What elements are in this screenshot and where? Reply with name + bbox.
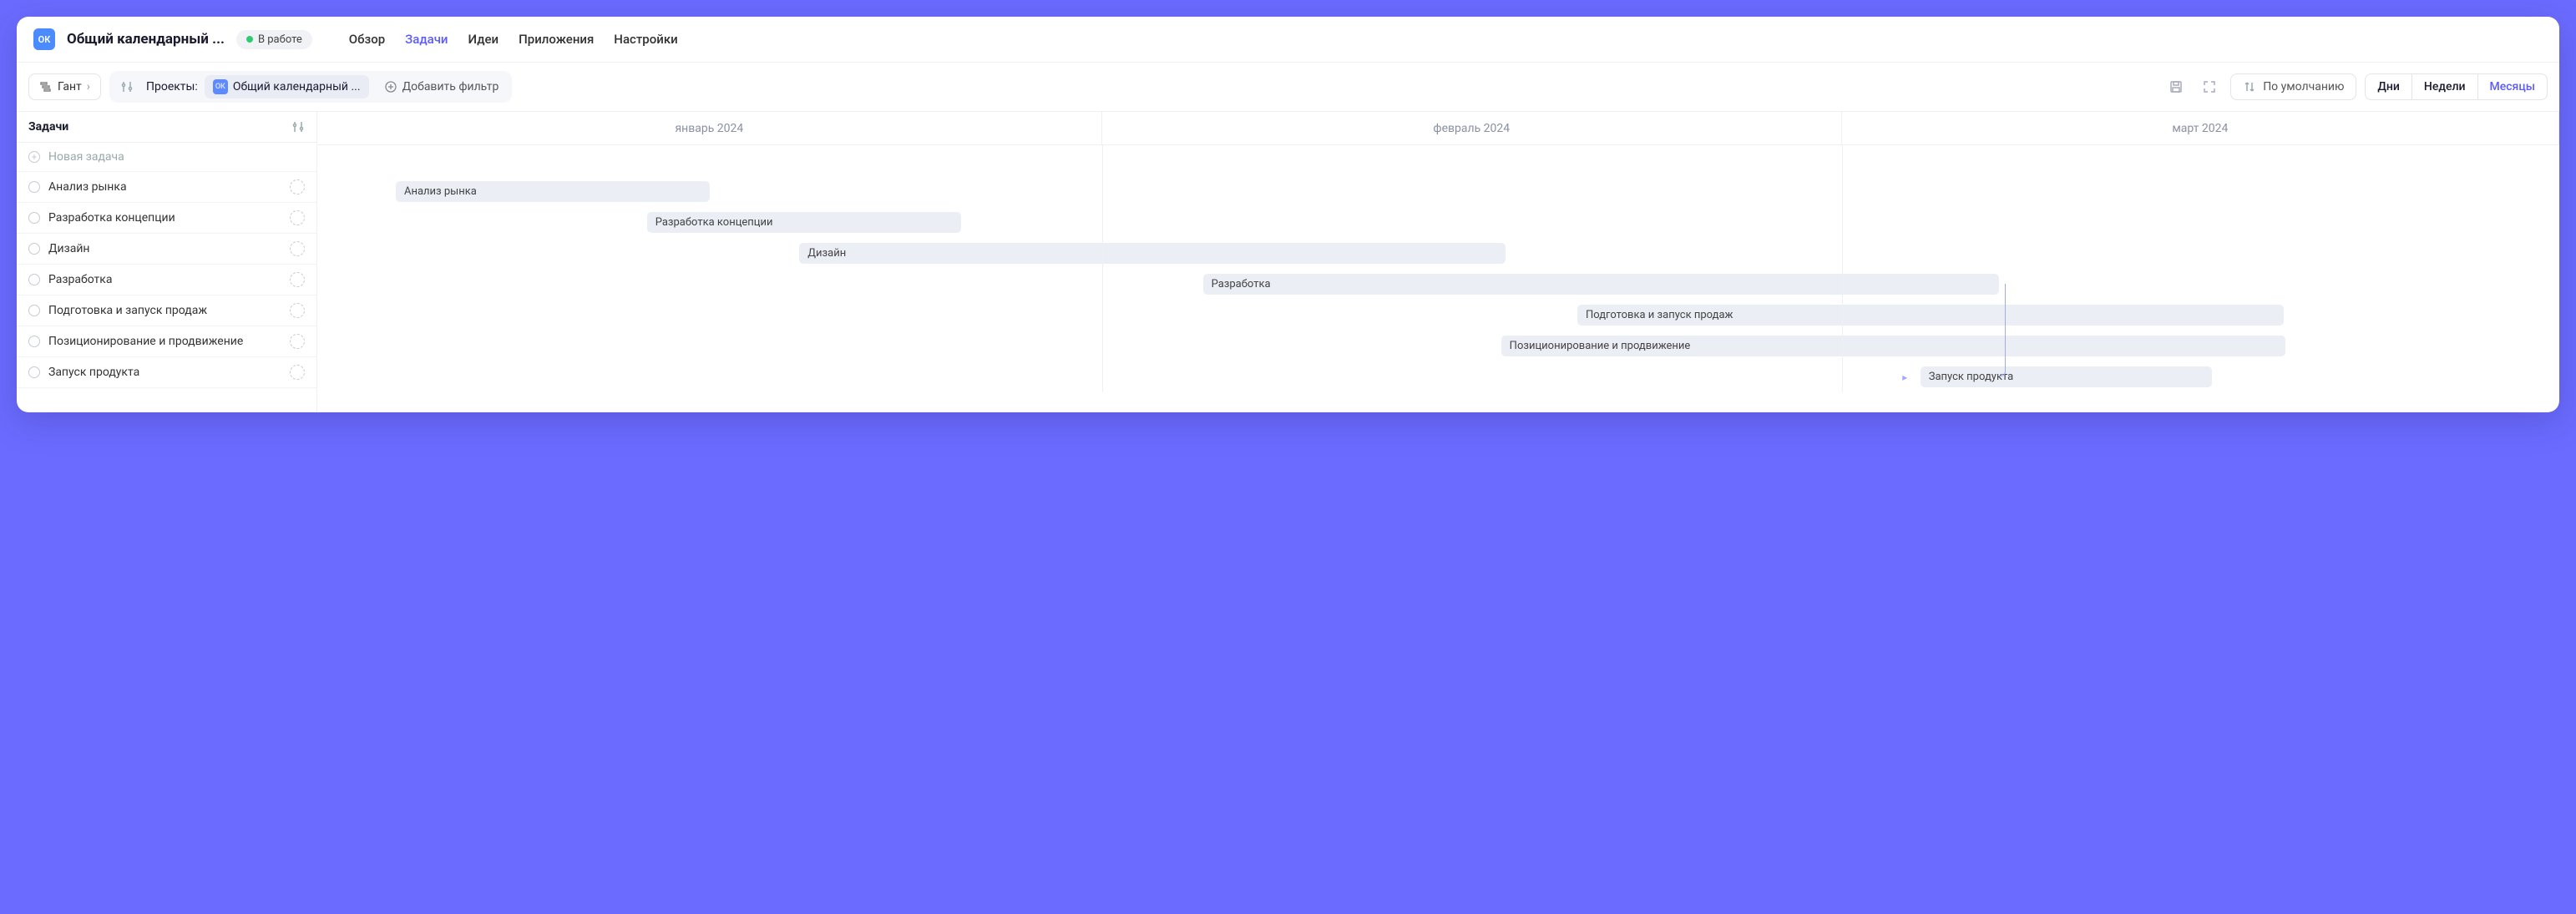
assignee-placeholder-icon[interactable] bbox=[290, 303, 305, 318]
new-task-label: Новая задача bbox=[48, 150, 305, 164]
chip-badge-icon: ОК bbox=[213, 79, 228, 94]
tab-tasks[interactable]: Задачи bbox=[405, 32, 448, 47]
gantt-bar[interactable]: Разработка bbox=[1203, 274, 1999, 295]
task-name: Разработка концепции bbox=[48, 211, 281, 225]
assignee-placeholder-icon[interactable] bbox=[290, 241, 305, 256]
status-circle-icon[interactable] bbox=[28, 274, 40, 285]
zoom-days[interactable]: Дни bbox=[2366, 74, 2412, 99]
sidebar-sliders-icon[interactable] bbox=[291, 120, 305, 134]
tab-apps[interactable]: Приложения bbox=[519, 32, 594, 47]
content-area: Задачи + Новая задача Анализ рынка Разра… bbox=[17, 112, 2559, 412]
gantt-row: Разработка bbox=[317, 269, 2559, 300]
assignee-placeholder-icon[interactable] bbox=[290, 365, 305, 380]
task-name: Анализ рынка bbox=[48, 180, 281, 194]
project-title: Общий календарный ... bbox=[67, 31, 225, 48]
toolbar: Гант › Проекты: ОК Общий календарный ...… bbox=[17, 63, 2559, 112]
filter-project-chip[interactable]: ОК Общий календарный ... bbox=[205, 75, 369, 98]
chevron-right-icon: › bbox=[87, 80, 90, 93]
task-name: Разработка bbox=[48, 273, 281, 286]
assignee-placeholder-icon[interactable] bbox=[290, 334, 305, 349]
plus-icon: + bbox=[28, 151, 40, 163]
status-circle-icon[interactable] bbox=[28, 212, 40, 224]
gantt-bar[interactable]: Дизайн bbox=[799, 243, 1506, 264]
save-icon[interactable] bbox=[2164, 74, 2189, 99]
task-name: Запуск продукта bbox=[48, 366, 281, 379]
task-row[interactable]: Разработка bbox=[17, 265, 316, 295]
month-column: февраль 2024 bbox=[1102, 112, 1842, 144]
gantt-row: Анализ рынка bbox=[317, 176, 2559, 207]
dependency-line bbox=[1999, 284, 2006, 376]
gantt-bar[interactable]: Разработка концепции bbox=[647, 212, 961, 233]
zoom-months[interactable]: Месяцы bbox=[2478, 74, 2548, 99]
project-badge: ОК bbox=[33, 28, 55, 50]
month-column: март 2024 bbox=[1842, 112, 2559, 144]
zoom-switcher: Дни Недели Месяцы bbox=[2365, 73, 2548, 100]
titlebar: ОК Общий календарный ... В работе Обзор … bbox=[17, 17, 2559, 63]
tab-overview[interactable]: Обзор bbox=[349, 32, 385, 47]
gantt-icon bbox=[39, 80, 53, 93]
status-circle-icon[interactable] bbox=[28, 366, 40, 378]
task-name: Подготовка и запуск продаж bbox=[48, 304, 281, 317]
task-row[interactable]: Позиционирование и продвижение bbox=[17, 326, 316, 357]
timeline-header: январь 2024февраль 2024март 2024 bbox=[317, 112, 2559, 145]
grid-line bbox=[1842, 145, 1843, 392]
sliders-icon[interactable] bbox=[114, 74, 139, 99]
gantt-bar[interactable]: Запуск продукта bbox=[1921, 366, 2212, 387]
gantt-bar[interactable]: Позиционирование и продвижение bbox=[1501, 336, 2286, 356]
status-circle-icon[interactable] bbox=[28, 336, 40, 347]
new-task-row[interactable]: + Новая задача bbox=[17, 143, 316, 172]
task-sidebar: Задачи + Новая задача Анализ рынка Разра… bbox=[17, 112, 317, 412]
status-circle-icon[interactable] bbox=[28, 305, 40, 316]
filter-projects-label: Проекты: bbox=[146, 80, 198, 93]
chip-label: Общий календарный ... bbox=[233, 80, 361, 93]
assignee-placeholder-icon[interactable] bbox=[290, 210, 305, 225]
task-row[interactable]: Анализ рынка bbox=[17, 172, 316, 203]
sidebar-title: Задачи bbox=[28, 120, 68, 134]
timeline-body[interactable]: Анализ рынка Разработка концепции Дизайн Ра… bbox=[317, 145, 2559, 392]
dependency-arrow-icon: ▸ bbox=[1902, 371, 1907, 383]
plus-circle-icon bbox=[384, 80, 397, 93]
view-label: Гант bbox=[58, 80, 82, 93]
status-circle-icon[interactable] bbox=[28, 243, 40, 255]
task-row[interactable]: Дизайн bbox=[17, 234, 316, 265]
gantt-row: Дизайн bbox=[317, 238, 2559, 269]
gantt-timeline: январь 2024февраль 2024март 2024 Анализ … bbox=[317, 112, 2559, 412]
sort-button[interactable]: По умолчанию bbox=[2230, 73, 2356, 100]
fullscreen-icon[interactable] bbox=[2197, 74, 2222, 99]
gantt-row: Разработка концепции bbox=[317, 207, 2559, 238]
add-filter-button[interactable]: Добавить фильтр bbox=[376, 76, 508, 98]
assignee-placeholder-icon[interactable] bbox=[290, 179, 305, 194]
view-switcher[interactable]: Гант › bbox=[28, 73, 101, 100]
zoom-weeks[interactable]: Недели bbox=[2412, 74, 2478, 99]
status-pill[interactable]: В работе bbox=[236, 30, 312, 49]
status-label: В работе bbox=[258, 33, 302, 46]
sidebar-header: Задачи bbox=[17, 112, 316, 143]
gantt-bar[interactable]: Анализ рынка bbox=[396, 181, 710, 202]
task-row[interactable]: Разработка концепции bbox=[17, 203, 316, 234]
task-name: Дизайн bbox=[48, 242, 281, 255]
tab-ideas[interactable]: Идеи bbox=[468, 32, 499, 47]
gantt-row: Подготовка и запуск продаж bbox=[317, 300, 2559, 331]
gantt-row: Позиционирование и продвижение bbox=[317, 331, 2559, 361]
filter-bar: Проекты: ОК Общий календарный ... Добави… bbox=[109, 71, 512, 103]
add-filter-label: Добавить фильтр bbox=[402, 80, 499, 93]
sort-label: По умолчанию bbox=[2263, 80, 2344, 93]
assignee-placeholder-icon[interactable] bbox=[290, 272, 305, 287]
gantt-row: Запуск продукта bbox=[317, 361, 2559, 392]
sort-icon bbox=[2243, 80, 2256, 93]
status-circle-icon[interactable] bbox=[28, 181, 40, 193]
task-row[interactable]: Подготовка и запуск продаж bbox=[17, 295, 316, 326]
tab-settings[interactable]: Настройки bbox=[614, 32, 677, 47]
main-tabs: Обзор Задачи Идеи Приложения Настройки bbox=[349, 32, 678, 47]
task-name: Позиционирование и продвижение bbox=[48, 335, 281, 348]
app-window: ОК Общий календарный ... В работе Обзор … bbox=[17, 17, 2559, 412]
status-dot-icon bbox=[246, 36, 253, 43]
grid-line bbox=[1102, 145, 1103, 392]
month-column: январь 2024 bbox=[317, 112, 1102, 144]
task-row[interactable]: Запуск продукта bbox=[17, 357, 316, 388]
gantt-bar[interactable]: Подготовка и запуск продаж bbox=[1577, 305, 2284, 326]
